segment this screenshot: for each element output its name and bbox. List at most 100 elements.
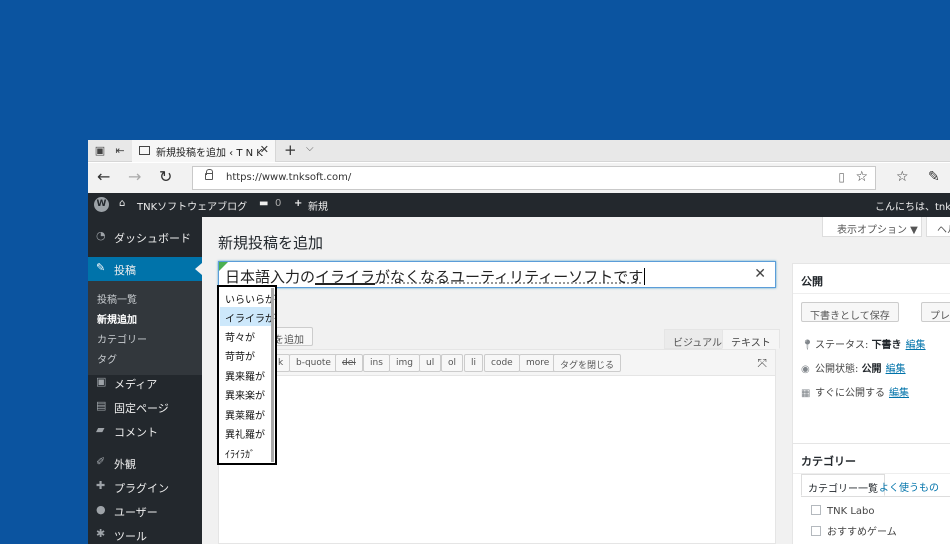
visibility-row: ◉ 公開状態: 公開 編集 xyxy=(801,360,906,375)
menu-label: ダッシュボード xyxy=(114,232,191,245)
quicktags-toolbar: k b-quote del ins img ul ol li code more… xyxy=(219,350,775,376)
quicktag-button[interactable]: b-quote xyxy=(289,354,338,372)
new-content-link[interactable]: 新規 xyxy=(308,198,328,213)
wordpress-logo-icon[interactable]: W xyxy=(94,197,109,212)
reading-view-icon[interactable]: ▯ xyxy=(838,170,845,184)
text-caret xyxy=(644,268,646,285)
page-title: 新規投稿を追加 xyxy=(218,234,324,252)
favorites-icon[interactable]: ☆ xyxy=(896,168,909,186)
tab-text[interactable]: テキスト xyxy=(722,329,780,349)
save-draft-button[interactable]: 下書きとして保存 xyxy=(801,302,899,322)
quicktag-button[interactable]: more xyxy=(519,354,557,372)
tab-preview-icon[interactable]: ▣ xyxy=(92,143,108,159)
submenu-add-new[interactable]: 新規追加 xyxy=(97,311,137,326)
plugin-icon: ✚ xyxy=(96,479,106,492)
checkbox[interactable] xyxy=(811,526,821,536)
menu-label: プラグイン xyxy=(114,482,169,495)
clear-icon[interactable]: ✕ xyxy=(754,266,766,282)
checkbox[interactable] xyxy=(811,505,821,515)
site-name[interactable]: TNKソフトウェアブログ xyxy=(137,198,247,213)
refresh-icon[interactable]: ↻ xyxy=(159,168,172,186)
title-part: 日本語入力の xyxy=(225,268,316,286)
tab-strip: ▣ ⇤ 新規投稿を追加 ‹ T N K ✕ + ⌵ xyxy=(88,140,950,162)
comment-bubble-icon[interactable]: ▬ xyxy=(259,198,268,209)
edit-schedule-link[interactable]: 編集 xyxy=(889,388,909,399)
schedule-row: ▦ すぐに公開する 編集 xyxy=(801,384,909,399)
ime-candidate[interactable]: 苛々が xyxy=(220,326,272,345)
status-value: 下書き xyxy=(871,340,902,351)
user-icon: ● xyxy=(96,503,106,516)
plus-icon[interactable]: + xyxy=(294,198,302,209)
browser-tab[interactable]: 新規投稿を追加 ‹ T N K ✕ xyxy=(132,140,276,162)
brush-icon: ✐ xyxy=(96,455,106,468)
menu-label: ツール xyxy=(114,530,147,543)
quicktag-button[interactable]: ins xyxy=(363,354,390,372)
menu-item-comments[interactable]: ▰ コメント xyxy=(88,419,202,443)
home-icon[interactable]: ⌂ xyxy=(119,198,125,209)
help-button[interactable]: ヘル xyxy=(926,217,950,237)
ime-candidate-selected[interactable]: イライラが xyxy=(220,307,275,326)
ime-candidate[interactable]: 異礼羅が xyxy=(220,423,272,442)
menu-item-tools[interactable]: ✱ ツール xyxy=(88,523,202,544)
ime-candidate[interactable]: 苛苛が xyxy=(220,345,272,364)
edit-status-link[interactable]: 編集 xyxy=(906,340,926,351)
fullscreen-icon[interactable]: ⤧ xyxy=(757,356,767,371)
chevron-down-icon[interactable]: ⌵ xyxy=(306,143,314,154)
schedule-label: すぐに公開する xyxy=(815,388,885,399)
ime-candidate[interactable]: 異来楽が xyxy=(220,384,272,403)
close-tab-icon[interactable]: ✕ xyxy=(260,143,269,156)
edit-visibility-link[interactable]: 編集 xyxy=(886,364,906,375)
pen-icon[interactable]: ✎ xyxy=(928,168,940,186)
ime-candidate[interactable]: いらいらが xyxy=(220,288,275,307)
menu-label: 固定ページ xyxy=(114,402,169,415)
quicktag-button[interactable]: ol xyxy=(441,354,464,372)
preview-button[interactable]: プレビ xyxy=(921,302,950,322)
category-item[interactable]: おすすめゲーム xyxy=(811,523,897,538)
ime-candidate[interactable]: ｲﾗｲﾗｶﾞ xyxy=(220,443,272,462)
calendar-icon: ▦ xyxy=(801,388,811,399)
menu-item-plugins[interactable]: ✚ プラグイン xyxy=(88,475,202,499)
menu-item-users[interactable]: ● ユーザー xyxy=(88,499,202,523)
back-icon[interactable]: ← xyxy=(97,168,110,186)
title-converting-segment: イライラ xyxy=(315,268,376,286)
ime-candidate[interactable]: 異来羅が xyxy=(220,365,272,384)
star-icon[interactable]: ☆ xyxy=(855,169,868,185)
quicktag-button[interactable]: li xyxy=(464,354,484,372)
set-aside-tabs-icon[interactable]: ⇤ xyxy=(112,143,128,159)
lock-icon xyxy=(205,169,213,180)
ime-candidate-list: いらいらが イライラが 苛々が 苛苛が 異来羅が 異来楽が 異莱羅が 異礼羅が … xyxy=(217,285,277,465)
category-item[interactable]: TNK Labo xyxy=(811,505,875,517)
page-icon: ▤ xyxy=(96,399,107,412)
comments-count[interactable]: 0 xyxy=(275,198,281,209)
account-greeting[interactable]: こんにちは、tnks xyxy=(875,198,950,213)
submenu-categories[interactable]: カテゴリー xyxy=(97,331,147,346)
menu-item-pages[interactable]: ▤ 固定ページ xyxy=(88,395,202,419)
forward-icon[interactable]: → xyxy=(128,168,141,186)
quicktag-button[interactable]: del xyxy=(335,354,363,372)
menu-label: ユーザー xyxy=(114,506,158,519)
submenu-all-posts[interactable]: 投稿一覧 xyxy=(97,291,137,306)
wp-admin-bar: W ⌂ TNKソフトウェアブログ ▬ 0 + 新規 こんにちは、tnks xyxy=(88,193,950,217)
address-bar[interactable]: https://www.tnksoft.com/ ▯ ☆ xyxy=(192,166,876,190)
close-tags-button[interactable]: タグを閉じる xyxy=(553,354,622,372)
quicktag-button[interactable]: ul xyxy=(419,354,442,372)
screen-options-button[interactable]: 表示オプション ▼ xyxy=(822,217,922,237)
title-part: がなくなるユーティリティーソフトです xyxy=(375,268,644,286)
main-content: 表示オプション ▼ ヘル 新規投稿を追加 日本語入力のイライラがなくなるユーティ… xyxy=(202,217,950,544)
page-icon xyxy=(139,146,150,155)
navigation-bar: ← → ↻ https://www.tnksoft.com/ ▯ ☆ ☆ ✎ xyxy=(88,163,950,193)
ime-candidate[interactable]: 異莱羅が xyxy=(220,404,272,423)
quicktag-button[interactable]: code xyxy=(484,354,520,372)
tab-visual[interactable]: ビジュアル xyxy=(664,329,731,349)
menu-item-media[interactable]: ▣ メディア xyxy=(88,371,202,395)
text-editor[interactable]: k b-quote del ins img ul ol li code more… xyxy=(218,349,776,544)
new-tab-icon[interactable]: + xyxy=(284,141,297,159)
menu-item-dashboard[interactable]: ◔ ダッシュボード xyxy=(88,225,202,249)
submenu-tags[interactable]: タグ xyxy=(97,351,117,366)
menu-item-appearance[interactable]: ✐ 外観 xyxy=(88,451,202,475)
post-title-input[interactable]: 日本語入力のイライラがなくなるユーティリティーソフトです ✕ xyxy=(218,261,776,288)
quicktag-button[interactable]: img xyxy=(389,354,420,372)
ime-scrollbar[interactable] xyxy=(271,288,274,462)
menu-item-posts[interactable]: ✎ 投稿 xyxy=(88,257,202,281)
tab-popular-categories[interactable]: よく使うもの xyxy=(873,474,945,496)
